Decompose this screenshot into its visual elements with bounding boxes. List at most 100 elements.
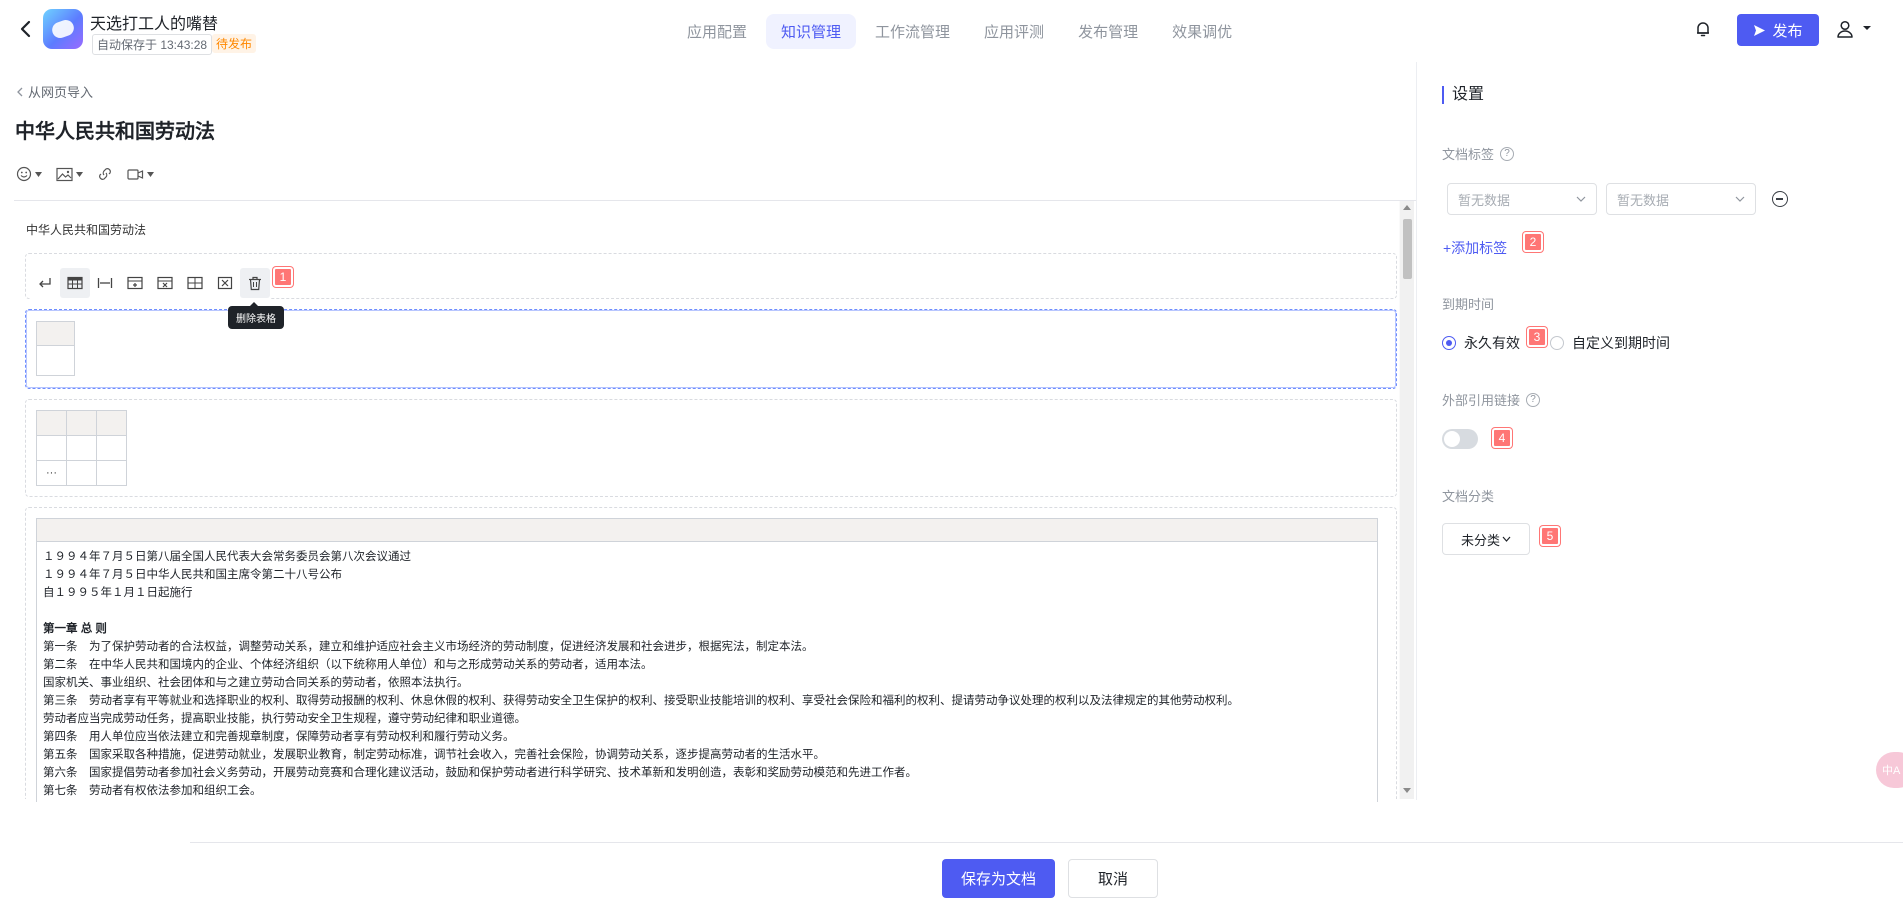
help-icon[interactable]: ? <box>1526 392 1541 407</box>
chevron-down-icon <box>1576 196 1586 202</box>
law-line: 第六条 国家提倡劳动者参加社会义务劳动，开展劳动竞赛和合理化建议活动，鼓励和保护… <box>43 767 917 779</box>
settings-title: 设置 <box>1442 86 1484 104</box>
category-label: 文档分类 <box>1442 489 1495 504</box>
expiry-radio-group: 永久有效 自定义到期时间 <box>1442 333 1670 353</box>
tab-app-config[interactable]: 应用配置 <box>672 14 762 49</box>
cancel-button[interactable]: 取消 <box>1068 859 1158 898</box>
insert-column-icon <box>187 276 203 290</box>
law-line: １９９４年７月５日中华人民共和国主席令第二十八号公布 <box>43 569 342 581</box>
category-select[interactable]: 未分类 <box>1442 523 1530 555</box>
table-ellipsis: ··· <box>36 460 67 486</box>
chevron-down-icon <box>1502 536 1511 542</box>
tab-evaluation[interactable]: 应用评测 <box>969 14 1059 49</box>
tab-workflow[interactable]: 工作流管理 <box>860 14 965 49</box>
panel-divider <box>1416 62 1417 800</box>
document-title: 中华人民共和国劳动法 <box>15 121 215 143</box>
bell-icon[interactable] <box>1694 20 1712 38</box>
publish-button-label: 发布 <box>1772 22 1803 40</box>
chevron-left-icon <box>17 87 23 96</box>
delete-table-button[interactable] <box>240 268 270 298</box>
status-badge: 待发布 <box>212 34 257 53</box>
doc-tags-label: 文档标签 ? <box>1442 144 1515 163</box>
radio-custom-expiry[interactable] <box>1550 336 1564 350</box>
caret-down-icon <box>147 171 154 177</box>
link-tool[interactable] <box>97 166 113 182</box>
delete-column-button[interactable] <box>210 268 240 298</box>
enter-icon <box>39 278 51 288</box>
insert-column-button[interactable] <box>180 268 210 298</box>
three-column-table[interactable]: ··· <box>36 410 127 486</box>
law-table-header-row <box>36 518 1378 542</box>
editor-scrollbar[interactable] <box>1400 201 1414 799</box>
add-tag-link[interactable]: +添加标签 <box>1443 238 1507 258</box>
delete-cell-icon <box>217 276 233 290</box>
caret-down-icon[interactable] <box>1862 24 1872 32</box>
tag-select-1[interactable]: 暂无数据 <box>1447 183 1597 215</box>
radio-custom-expiry-label[interactable]: 自定义到期时间 <box>1572 333 1670 353</box>
law-line: 第一条 为了保护劳动者的合法权益，调整劳动关系，建立和维护适应社会主义市场经济的… <box>43 641 814 653</box>
table-toolbar <box>30 266 270 300</box>
radio-permanent[interactable] <box>1442 336 1456 350</box>
law-line: 自１９９５年１月１日起施行 <box>43 587 193 599</box>
image-tool[interactable] <box>56 167 83 182</box>
top-header: 天选打工人的嘴替 自动保存于 13:43:28 待发布 应用配置 知识管理 工作… <box>0 0 1903 60</box>
law-line: 第五条 国家采取各种措施，促进劳动就业，发展职业教育，制定劳动标准，调节社会收入… <box>43 749 825 761</box>
scroll-down-arrow[interactable] <box>1403 788 1411 793</box>
video-tool[interactable] <box>127 168 154 181</box>
translate-float-button[interactable]: 中A <box>1876 752 1903 788</box>
law-line: 劳动者应当完成劳动任务，提高职业技能，执行劳动安全卫生规程，遵守劳动纪律和职业道… <box>43 713 526 725</box>
law-text-cell[interactable]: １９９４年７月５日第八届全国人民代表大会常务委员会第八次会议通过 １９９４年７月… <box>36 542 1378 802</box>
law-line: 第七条 劳动者有权依法参加和组织工会。 <box>43 785 262 797</box>
back-to-web-import[interactable]: 从网页导入 <box>16 82 93 101</box>
help-icon[interactable]: ? <box>1500 146 1515 161</box>
external-link-toggle[interactable] <box>1442 429 1478 449</box>
delete-row-button[interactable] <box>150 268 180 298</box>
link-icon <box>99 168 111 180</box>
single-cell-table[interactable] <box>36 321 75 376</box>
law-line: 第四条 用人单位应当依法建立和完善规章制度，保障劳动者享有劳动权利和履行劳动义务… <box>43 731 515 743</box>
table-enter-button[interactable] <box>30 268 60 298</box>
doc-tags-label-text: 文档标签 <box>1442 147 1495 162</box>
chevron-down-icon <box>1735 196 1745 202</box>
editor-toolbar <box>16 166 154 182</box>
footer-divider <box>190 842 1903 843</box>
tag-select-1-value: 暂无数据 <box>1458 192 1511 208</box>
delete-row-icon <box>157 276 173 290</box>
law-line: １９９４年７月５日第八届全国人民代表大会常务委员会第八次会议通过 <box>43 551 411 563</box>
law-chapter-heading: 第一章 总 则 <box>43 623 107 635</box>
table-style-button[interactable] <box>60 268 90 298</box>
publish-button[interactable]: 发布 <box>1737 14 1819 46</box>
back-link-label: 从网页导入 <box>28 85 94 100</box>
column-width-icon <box>97 278 113 288</box>
back-arrow-icon[interactable] <box>16 18 36 40</box>
annotation-marker-1: 1 <box>273 267 293 287</box>
caret-down-icon <box>76 171 83 177</box>
radio-permanent-label[interactable]: 永久有效 <box>1464 333 1520 353</box>
annotation-marker-4: 4 <box>1492 428 1512 448</box>
tag-select-2-value: 暂无数据 <box>1617 192 1670 208</box>
trash-icon <box>249 276 261 290</box>
remove-tag-icon[interactable] <box>1772 191 1788 207</box>
annotation-marker-5: 5 <box>1540 526 1560 546</box>
grid-table-block[interactable]: ··· <box>25 399 1397 497</box>
main-nav: 应用配置 知识管理 工作流管理 应用评测 发布管理 效果调优 <box>672 14 1251 49</box>
law-line: 第三条 劳动者享有平等就业和选择职业的权利、取得劳动报酬的权利、休息休假的权利、… <box>43 695 1239 707</box>
emoji-tool[interactable] <box>16 166 42 182</box>
save-as-document-button[interactable]: 保存为文档 <box>942 859 1055 898</box>
scroll-up-arrow[interactable] <box>1403 205 1411 210</box>
user-icon[interactable] <box>1835 19 1855 39</box>
law-line: 国家机关、事业组织、社会团体和与之建立劳动合同关系的劳动者，依照本法执行。 <box>43 677 469 689</box>
tab-knowledge[interactable]: 知识管理 <box>766 14 857 49</box>
column-width-button[interactable] <box>90 268 120 298</box>
insert-row-icon <box>127 276 143 290</box>
emoji-icon <box>16 166 32 182</box>
law-line-blank <box>43 602 1371 620</box>
scroll-thumb[interactable] <box>1403 219 1412 279</box>
tag-select-2[interactable]: 暂无数据 <box>1606 183 1756 215</box>
content-heading: 中华人民共和国劳动法 <box>26 223 147 237</box>
delete-table-tooltip: 删除表格 <box>228 302 284 329</box>
tab-tuning[interactable]: 效果调优 <box>1157 14 1247 49</box>
insert-row-button[interactable] <box>120 268 150 298</box>
expiry-label: 到期时间 <box>1442 297 1495 312</box>
tab-publish-management[interactable]: 发布管理 <box>1063 14 1153 49</box>
